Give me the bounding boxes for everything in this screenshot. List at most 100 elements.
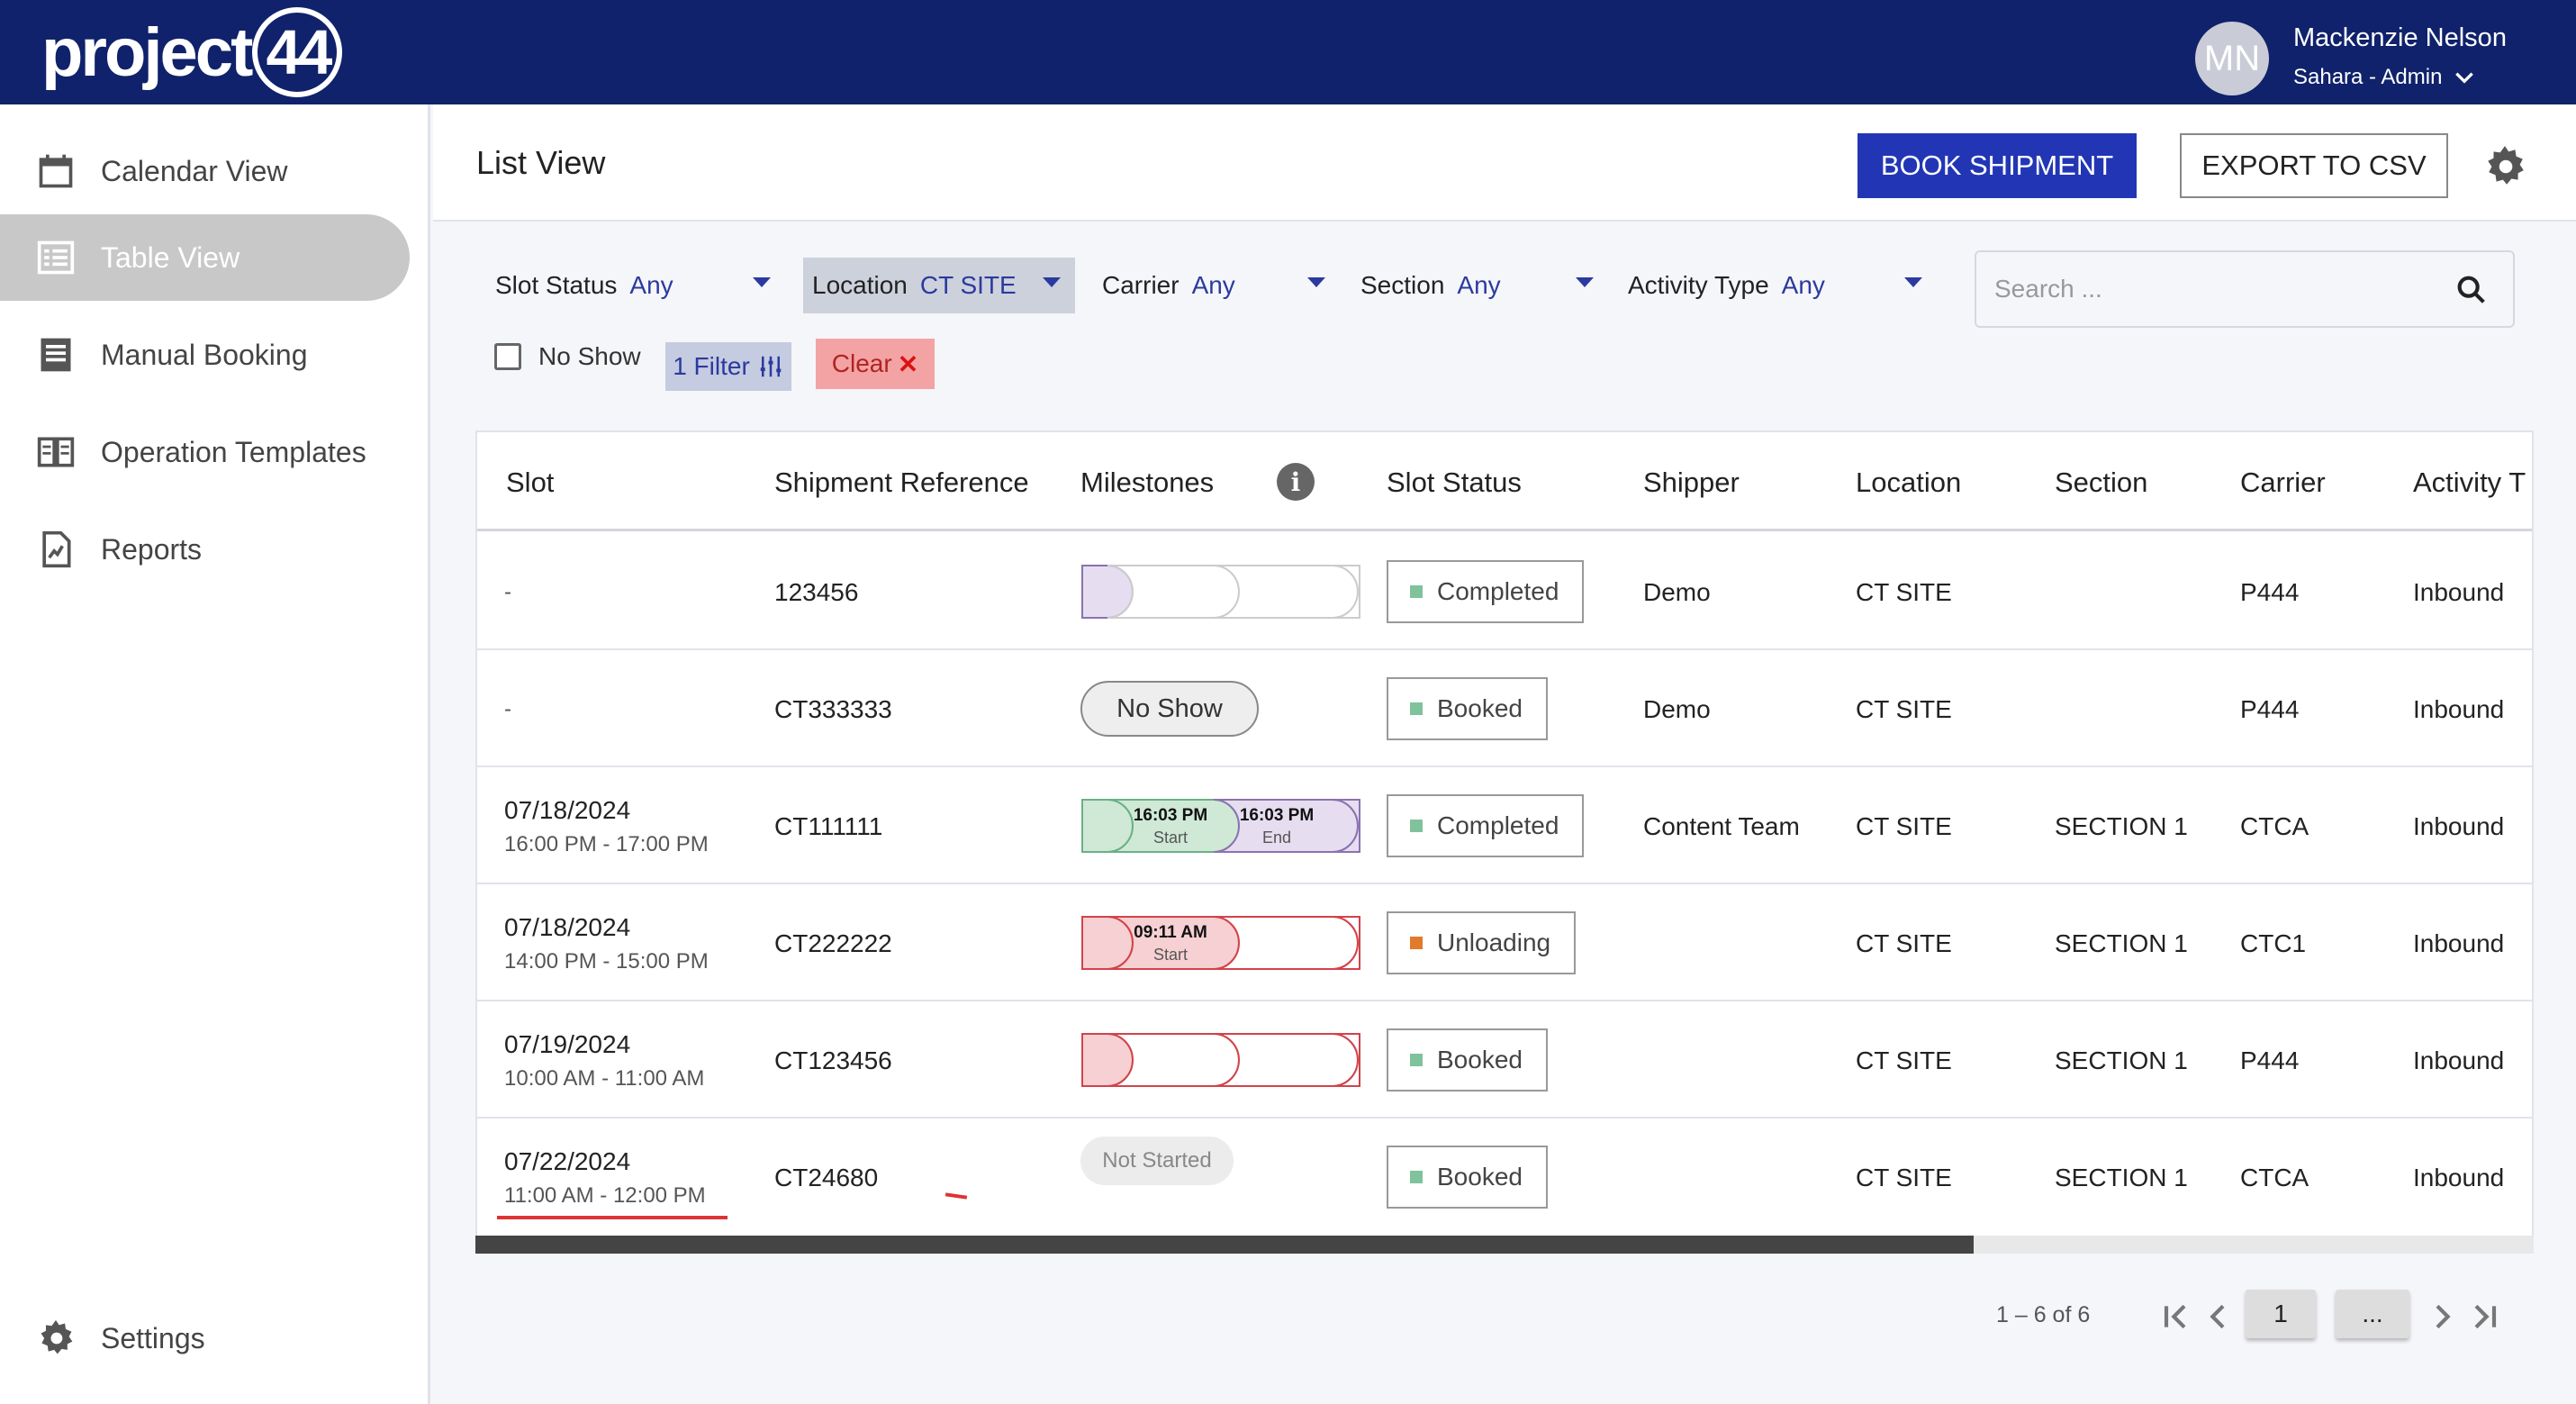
column-header-carrier[interactable]: Carrier bbox=[2240, 466, 2326, 499]
status-dot bbox=[1410, 585, 1423, 598]
status-badge: Unloading bbox=[1387, 911, 1577, 974]
page-button-current[interactable]: 1 bbox=[2246, 1290, 2316, 1338]
column-header-milestones[interactable]: Milestones bbox=[1080, 466, 1214, 499]
location: CT SITE bbox=[1856, 578, 1952, 606]
column-header-section[interactable]: Section bbox=[2055, 466, 2147, 499]
status-label: Completed bbox=[1437, 577, 1559, 605]
milestone-start-label: Start bbox=[1153, 946, 1188, 964]
slot-status-filter[interactable]: Slot Status Any bbox=[486, 258, 783, 313]
column-header-slot-status[interactable]: Slot Status bbox=[1387, 466, 1522, 499]
shipment-reference[interactable]: CT222222 bbox=[774, 929, 892, 958]
sidebar-item-reports[interactable]: Reports bbox=[0, 506, 410, 593]
table-row[interactable]: - 123456 Completed Demo CT SITE P444 Inb… bbox=[477, 533, 2532, 650]
shipper: Demo bbox=[1643, 695, 1711, 723]
search-input[interactable]: Search ... bbox=[1975, 250, 2515, 328]
activity-type: Inbound bbox=[2413, 929, 2505, 957]
table-row[interactable]: - CT333333 No Show Booked Demo CT SITE P… bbox=[477, 650, 2532, 767]
status-dot bbox=[1410, 702, 1423, 715]
section-filter[interactable]: Section Any bbox=[1351, 258, 1604, 313]
location: CT SITE bbox=[1856, 1046, 1952, 1074]
sidebar-item-calendar-view[interactable]: Calendar View bbox=[0, 128, 410, 214]
status-dot bbox=[1410, 937, 1423, 949]
filter-label: Section bbox=[1360, 271, 1445, 299]
avatar[interactable]: MN bbox=[2195, 22, 2269, 95]
status-label: Completed bbox=[1437, 811, 1559, 839]
sidebar-item-label: Settings bbox=[101, 1321, 205, 1354]
status-label: Booked bbox=[1437, 1163, 1523, 1191]
scrollbar-thumb[interactable] bbox=[475, 1236, 1974, 1254]
column-header-slot[interactable]: Slot bbox=[506, 466, 554, 499]
shipment-reference[interactable]: CT333333 bbox=[774, 695, 892, 724]
column-header-location[interactable]: Location bbox=[1856, 466, 1961, 499]
carrier: CTCA bbox=[2240, 1164, 2309, 1191]
sidebar-item-label: Operation Templates bbox=[101, 435, 366, 468]
milestone-end-time: 16:03 PM bbox=[1240, 806, 1314, 825]
status-badge: Booked bbox=[1387, 1028, 1548, 1091]
table-row[interactable]: 07/19/2024 10:00 AM - 11:00 AM CT123456 … bbox=[477, 1001, 2532, 1119]
carrier: P444 bbox=[2240, 695, 2300, 723]
project44-logo[interactable]: project 44 bbox=[41, 7, 343, 97]
section: SECTION 1 bbox=[2055, 812, 2188, 840]
carrier-filter[interactable]: Carrier Any bbox=[1093, 258, 1336, 313]
previous-page-icon[interactable] bbox=[2201, 1299, 2237, 1335]
export-csv-button[interactable]: EXPORT TO CSV bbox=[2180, 133, 2448, 198]
column-header-activity[interactable]: Activity T bbox=[2413, 466, 2526, 499]
book-shipment-button[interactable]: BOOK SHIPMENT bbox=[1857, 133, 2137, 198]
slot-date: - bbox=[504, 697, 511, 721]
first-page-icon[interactable] bbox=[2157, 1299, 2193, 1335]
filter-label: Activity Type bbox=[1628, 271, 1769, 299]
table-row[interactable]: 07/18/2024 14:00 PM - 15:00 PM CT222222 … bbox=[477, 884, 2532, 1001]
column-header-shipment-reference[interactable]: Shipment Reference bbox=[774, 466, 1029, 499]
column-header-shipper[interactable]: Shipper bbox=[1643, 466, 1740, 499]
filter-value: CT SITE bbox=[919, 271, 1017, 299]
status-label: Booked bbox=[1437, 694, 1523, 722]
milestone-start-time: 16:03 PM bbox=[1134, 806, 1207, 825]
location: CT SITE bbox=[1856, 812, 1952, 840]
shipment-reference[interactable]: CT111111 bbox=[774, 812, 882, 841]
location: CT SITE bbox=[1856, 929, 1952, 957]
document-list-icon bbox=[41, 338, 71, 372]
slot-time: 10:00 AM - 11:00 AM bbox=[504, 1066, 705, 1091]
active-filter-chip[interactable]: 1 Filter bbox=[665, 342, 791, 391]
section: SECTION 1 bbox=[2055, 1046, 2188, 1074]
page-button-more[interactable]: ... bbox=[2336, 1290, 2409, 1338]
filter-label: Carrier bbox=[1102, 271, 1180, 299]
filter-value: Any bbox=[1457, 271, 1501, 299]
search-icon[interactable] bbox=[2454, 272, 2490, 308]
sidebar-item-label: Reports bbox=[101, 532, 203, 566]
info-icon[interactable]: i bbox=[1277, 463, 1315, 501]
slot-date: 07/18/2024 bbox=[504, 913, 631, 941]
clear-chip-label: Clear bbox=[831, 349, 892, 377]
table-row[interactable]: 07/22/2024 11:00 AM - 12:00 PM CT24680 N… bbox=[477, 1119, 2532, 1236]
status-badge: Booked bbox=[1387, 677, 1548, 740]
sidebar-item-operation-templates[interactable]: Operation Templates bbox=[0, 409, 410, 495]
sidebar-item-manual-booking[interactable]: Manual Booking bbox=[0, 312, 410, 398]
location-filter[interactable]: Location CT SITE bbox=[803, 258, 1075, 313]
carrier: CTCA bbox=[2240, 812, 2309, 840]
caret-down-icon bbox=[1043, 277, 1061, 287]
annotation-mark bbox=[945, 1192, 968, 1200]
sidebar-item-settings[interactable]: Settings bbox=[36, 1318, 205, 1358]
shipment-reference[interactable]: CT24680 bbox=[774, 1164, 878, 1192]
last-page-icon[interactable] bbox=[2467, 1299, 2503, 1335]
caret-down-icon bbox=[753, 277, 771, 287]
shipment-reference[interactable]: 123456 bbox=[774, 578, 858, 607]
no-show-checkbox[interactable] bbox=[494, 343, 521, 370]
filter-label: Location bbox=[812, 271, 908, 299]
user-name: Mackenzie Nelson bbox=[2293, 23, 2507, 52]
user-role-dropdown[interactable]: Sahara - Admin bbox=[2293, 65, 2476, 90]
settings-gear-icon[interactable] bbox=[2482, 144, 2527, 189]
activity-type-filter[interactable]: Activity Type Any bbox=[1619, 258, 1925, 313]
logo-text: project bbox=[41, 14, 253, 91]
next-page-icon[interactable] bbox=[2424, 1299, 2460, 1335]
status-badge: Completed bbox=[1387, 560, 1585, 623]
shipment-reference[interactable]: CT123456 bbox=[774, 1046, 892, 1075]
milestone-progress-icon: 16:03 PM Start 16:03 PM End bbox=[1081, 799, 1360, 853]
sidebar-item-table-view[interactable]: Table View bbox=[0, 214, 410, 301]
status-dot bbox=[1410, 1054, 1423, 1066]
search-placeholder: Search ... bbox=[1994, 275, 2102, 303]
table-row[interactable]: 07/18/2024 16:00 PM - 17:00 PM CT111111 … bbox=[477, 767, 2532, 884]
page-header: List View BOOK SHIPMENT EXPORT TO CSV bbox=[433, 104, 2576, 222]
not-started-pill: Not Started bbox=[1080, 1137, 1234, 1185]
clear-filters-button[interactable]: Clear ✕ bbox=[816, 339, 935, 389]
